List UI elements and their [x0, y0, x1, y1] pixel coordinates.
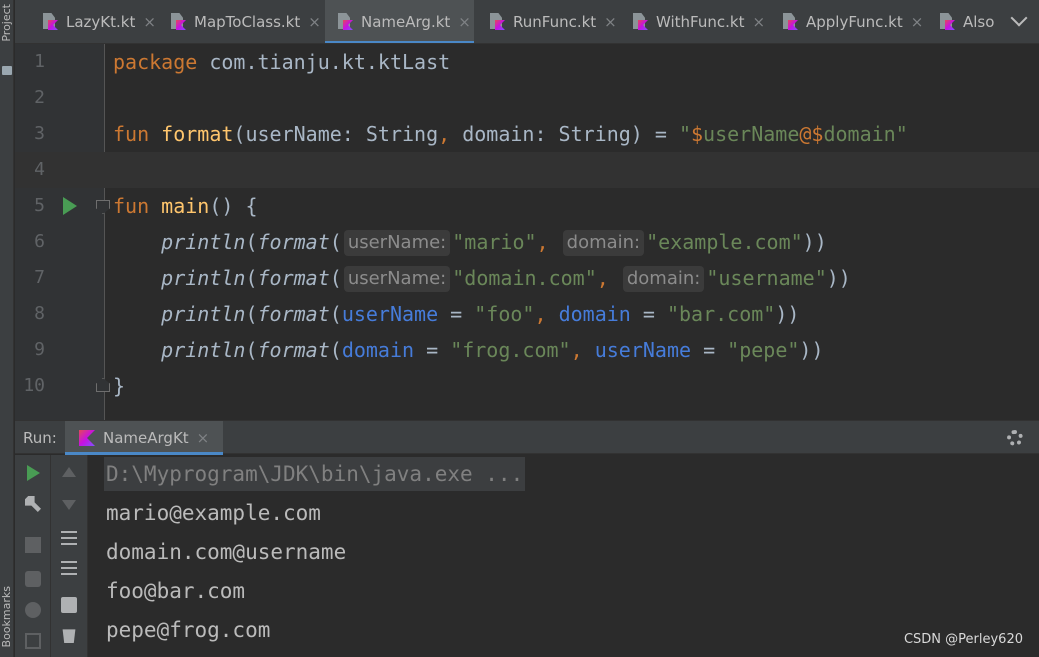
param-hint: userName:	[343, 266, 451, 292]
tab-withfunc[interactable]: WithFunc.kt ×	[620, 0, 770, 43]
code-line: 9 println(format(domain = "frog.com", us…	[15, 332, 1039, 368]
code-text: println(format(userName: "domain.com", do…	[161, 266, 851, 292]
tab-runfunc[interactable]: RunFunc.kt ×	[477, 0, 621, 43]
code-line: 6 println(format(userName: "mario", domai…	[15, 224, 1039, 260]
run-toolbar-secondary	[51, 455, 88, 657]
line-number: 6	[34, 231, 45, 252]
arrow-down-icon[interactable]	[62, 500, 76, 510]
code-text: fun format(userName: String, domain: Str…	[113, 122, 908, 146]
code-text: }	[113, 374, 126, 398]
param-hint: domain:	[562, 230, 645, 256]
watermark: CSDN @Perley620	[903, 632, 1023, 647]
wrench-icon[interactable]	[25, 496, 41, 512]
line-number: 10	[23, 375, 45, 396]
line-number: 8	[34, 303, 45, 324]
tab-label: WithFunc.kt	[656, 13, 745, 31]
rerun-icon[interactable]	[27, 465, 40, 481]
code-line: 5 fun main() {	[15, 188, 1039, 224]
line-number: 7	[34, 267, 45, 288]
camera-icon[interactable]	[25, 571, 41, 587]
kotlin-file-icon	[782, 13, 798, 31]
left-tool-strip: Project Bookmarks	[0, 0, 14, 657]
console-output[interactable]: D:\Myprogram\JDK\bin\java.exe ... mario@…	[88, 455, 1039, 657]
gear-icon[interactable]	[1007, 430, 1023, 446]
close-icon[interactable]: ×	[197, 429, 210, 447]
fold-close-icon[interactable]	[96, 378, 110, 392]
close-icon[interactable]: ×	[308, 13, 321, 31]
tab-also[interactable]: Also	[927, 0, 1007, 43]
tab-label: RunFunc.kt	[513, 13, 597, 31]
console-command-line: D:\Myprogram\JDK\bin\java.exe ...	[104, 457, 526, 491]
run-tab-namearg[interactable]: NameArgKt ×	[65, 421, 224, 455]
chevron-down-icon[interactable]	[1010, 9, 1028, 27]
line-number: 1	[34, 51, 45, 72]
code-line: 10 }	[15, 368, 1039, 404]
close-icon[interactable]: ×	[604, 13, 617, 31]
folder-icon[interactable]	[2, 66, 12, 75]
code-text: println(format(userName: "mario", domain:…	[161, 230, 827, 256]
printer-icon[interactable]	[61, 597, 77, 613]
tab-applyfunc[interactable]: ApplyFunc.kt ×	[770, 0, 926, 43]
project-tool-label[interactable]: Project	[0, 4, 14, 42]
close-icon[interactable]: ×	[752, 13, 765, 31]
tab-lazykt[interactable]: LazyKt.kt ×	[30, 0, 158, 43]
code-text: fun main() {	[113, 194, 258, 218]
kotlin-file-icon	[489, 13, 505, 31]
soft-wrap-icon[interactable]	[61, 531, 77, 547]
code-line: 8 println(format(userName = "foo", domai…	[15, 296, 1039, 332]
line-number: 5	[34, 195, 45, 216]
kotlin-file-icon	[42, 13, 58, 31]
console-line: domain.com@username	[106, 540, 347, 564]
code-text: println(format(domain = "frog.com", user…	[161, 338, 824, 362]
exit-icon[interactable]	[25, 633, 41, 649]
console-line: mario@example.com	[106, 501, 321, 525]
close-icon[interactable]: ×	[911, 13, 924, 31]
param-hint: domain:	[622, 266, 705, 292]
tab-maptoclass[interactable]: MapToClass.kt ×	[158, 0, 324, 43]
code-line-current: 4	[15, 152, 1039, 188]
kotlin-file-icon	[170, 13, 186, 31]
console-line: foo@bar.com	[106, 579, 246, 603]
tab-label: ApplyFunc.kt	[806, 13, 903, 31]
line-number: 2	[34, 87, 45, 108]
trash-icon[interactable]	[62, 629, 76, 643]
run-gutter-icon[interactable]	[63, 197, 77, 215]
stop-icon[interactable]	[25, 537, 41, 553]
code-line: 1 package com.tianju.kt.ktLast	[15, 44, 1039, 80]
run-toolbar-primary	[15, 455, 51, 657]
close-icon[interactable]: ×	[143, 13, 156, 31]
arrow-up-icon[interactable]	[62, 467, 76, 477]
kotlin-file-icon	[337, 13, 353, 31]
close-icon[interactable]: ×	[458, 13, 471, 31]
line-number: 3	[34, 123, 45, 144]
run-tab-label: NameArgKt	[103, 429, 189, 447]
tab-namearg[interactable]: NameArg.kt ×	[325, 0, 474, 43]
kotlin-file-icon	[939, 13, 955, 31]
code-text: package com.tianju.kt.ktLast	[113, 50, 451, 74]
tab-label: Also	[963, 13, 995, 31]
kotlin-icon	[79, 430, 95, 446]
scroll-to-end-icon[interactable]	[61, 561, 77, 577]
kotlin-file-icon	[632, 13, 648, 31]
code-line: 7 println(format(userName: "domain.com", …	[15, 260, 1039, 296]
code-line: 2	[15, 80, 1039, 116]
bookmarks-tool-label[interactable]: Bookmarks	[0, 586, 14, 647]
fold-open-icon[interactable]	[96, 200, 110, 214]
param-hint: userName:	[343, 230, 451, 256]
run-label: Run:	[23, 429, 57, 447]
gear-settings-icon[interactable]	[25, 602, 41, 618]
code-text: println(format(userName = "foo", domain …	[161, 302, 800, 326]
line-number: 4	[34, 159, 45, 180]
tab-label: MapToClass.kt	[194, 13, 301, 31]
code-editor[interactable]: 1 package com.tianju.kt.ktLast 2 3 fun f…	[15, 44, 1039, 420]
line-number: 9	[34, 339, 45, 360]
tab-label: NameArg.kt	[361, 13, 451, 31]
console-line: pepe@frog.com	[106, 618, 271, 642]
tab-label: LazyKt.kt	[66, 13, 136, 31]
editor-tab-bar: LazyKt.kt × MapToClass.kt × NameArg.kt ×…	[15, 0, 1039, 44]
code-line: 3 fun format(userName: String, domain: S…	[15, 116, 1039, 152]
run-panel-header: Run: NameArgKt ×	[15, 420, 1039, 455]
